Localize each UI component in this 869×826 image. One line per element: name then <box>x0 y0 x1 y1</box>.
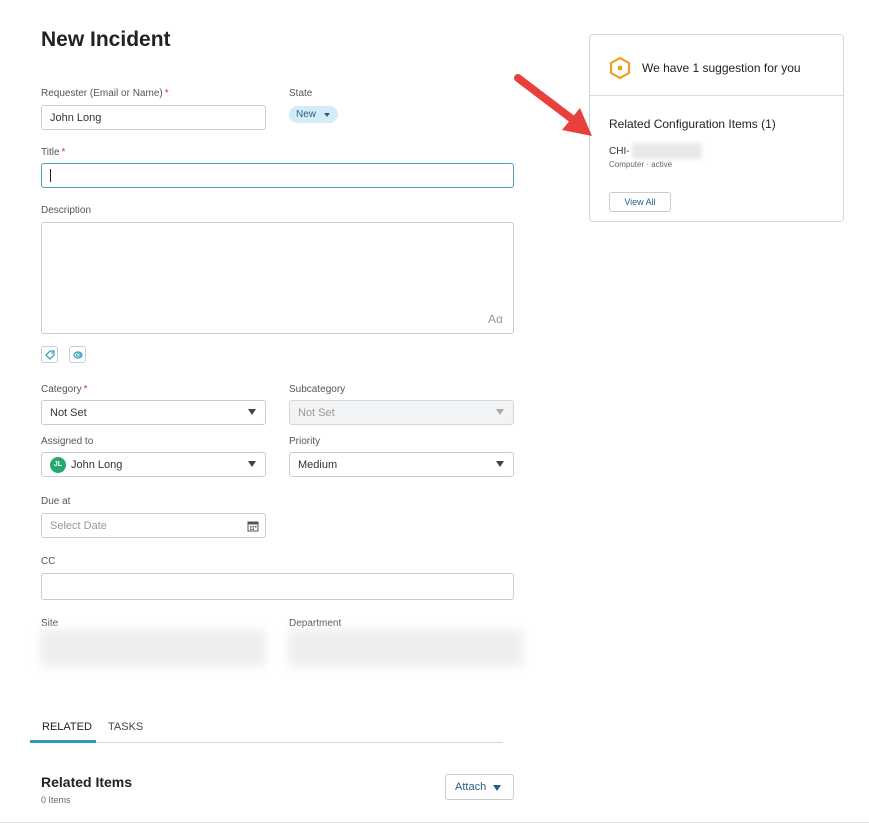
requester-input[interactable]: John Long <box>41 105 266 130</box>
bottom-divider <box>0 822 869 823</box>
attach-button[interactable]: Attach <box>445 774 514 800</box>
description-label: Description <box>41 205 92 216</box>
due-date-placeholder: Select Date <box>50 519 107 532</box>
chevron-down-icon <box>248 461 256 467</box>
category-value: Not Set <box>50 406 87 419</box>
department-value-redacted <box>288 630 523 666</box>
ci-meta: Computer · active <box>609 160 673 169</box>
category-label: Category * <box>41 384 87 395</box>
tag-button[interactable] <box>41 346 58 363</box>
text-cursor <box>50 169 51 182</box>
related-items-count: 0 Items <box>41 795 71 805</box>
tab-related[interactable]: RELATED <box>42 721 92 733</box>
site-label: Site <box>41 618 59 629</box>
subcategory-value: Not Set <box>298 406 335 419</box>
title-label: Title * <box>41 147 65 158</box>
card-divider <box>590 95 843 96</box>
assigned-to-label: Assigned to <box>41 436 94 447</box>
priority-select[interactable]: Medium <box>289 452 514 477</box>
suggestion-header: We have 1 suggestion for you <box>642 61 801 75</box>
required-mark: * <box>83 384 88 395</box>
priority-value: Medium <box>298 458 338 471</box>
chevron-down-icon <box>324 113 331 117</box>
cc-label: CC <box>41 556 56 567</box>
cc-input[interactable] <box>41 573 514 600</box>
chevron-down-icon <box>493 785 501 791</box>
suggestion-hexagon-icon <box>609 56 631 80</box>
tab-tasks[interactable]: TASKS <box>108 721 143 733</box>
chevron-down-icon <box>496 461 504 467</box>
view-all-button[interactable]: View All <box>609 192 671 212</box>
paperclip-icon <box>72 350 83 359</box>
state-dropdown[interactable]: New <box>289 106 339 123</box>
category-select[interactable]: Not Set <box>41 400 266 425</box>
attachment-button[interactable] <box>69 346 86 363</box>
category-label-text: Category <box>41 384 82 395</box>
chevron-down-icon <box>248 409 256 415</box>
assigned-to-value: John Long <box>71 458 123 471</box>
subcategory-select: Not Set <box>289 400 514 425</box>
required-mark: * <box>61 147 66 158</box>
state-label: State <box>289 88 313 99</box>
assigned-to-select[interactable]: JL John Long <box>41 452 266 477</box>
active-tab-indicator <box>30 740 96 743</box>
department-label: Department <box>289 618 342 629</box>
chevron-down-icon <box>496 409 504 415</box>
requester-label: Requester (Email or Name) * <box>41 88 169 99</box>
priority-label: Priority <box>289 436 321 447</box>
text-format-icon[interactable]: Aα <box>488 312 503 326</box>
ci-prefix: CHI- <box>609 145 630 157</box>
subcategory-label: Subcategory <box>289 384 346 395</box>
title-label-text: Title <box>41 147 60 158</box>
due-date-input[interactable]: Select Date <box>41 513 266 538</box>
description-textarea[interactable]: Aα <box>41 222 514 334</box>
requester-label-text: Requester (Email or Name) <box>41 88 163 99</box>
ci-name-redacted <box>631 143 702 159</box>
requester-value: John Long <box>50 111 102 124</box>
calendar-icon[interactable] <box>247 520 259 532</box>
state-value: New <box>296 109 317 120</box>
related-ci-title: Related Configuration Items (1) <box>609 117 776 131</box>
related-items-title: Related Items <box>41 774 133 790</box>
tabs-divider <box>30 742 503 743</box>
tag-icon <box>44 349 55 360</box>
ci-item[interactable]: CHI- <box>609 143 702 159</box>
page-title: New Incident <box>41 28 171 51</box>
suggestion-card: We have 1 suggestion for you Related Con… <box>589 34 844 222</box>
attach-label: Attach <box>455 781 487 793</box>
avatar: JL <box>50 456 66 473</box>
annotation-arrow-icon <box>514 74 592 136</box>
title-input[interactable] <box>41 163 514 188</box>
required-mark: * <box>164 88 169 99</box>
due-at-label: Due at <box>41 496 71 507</box>
site-value-redacted <box>40 630 265 666</box>
